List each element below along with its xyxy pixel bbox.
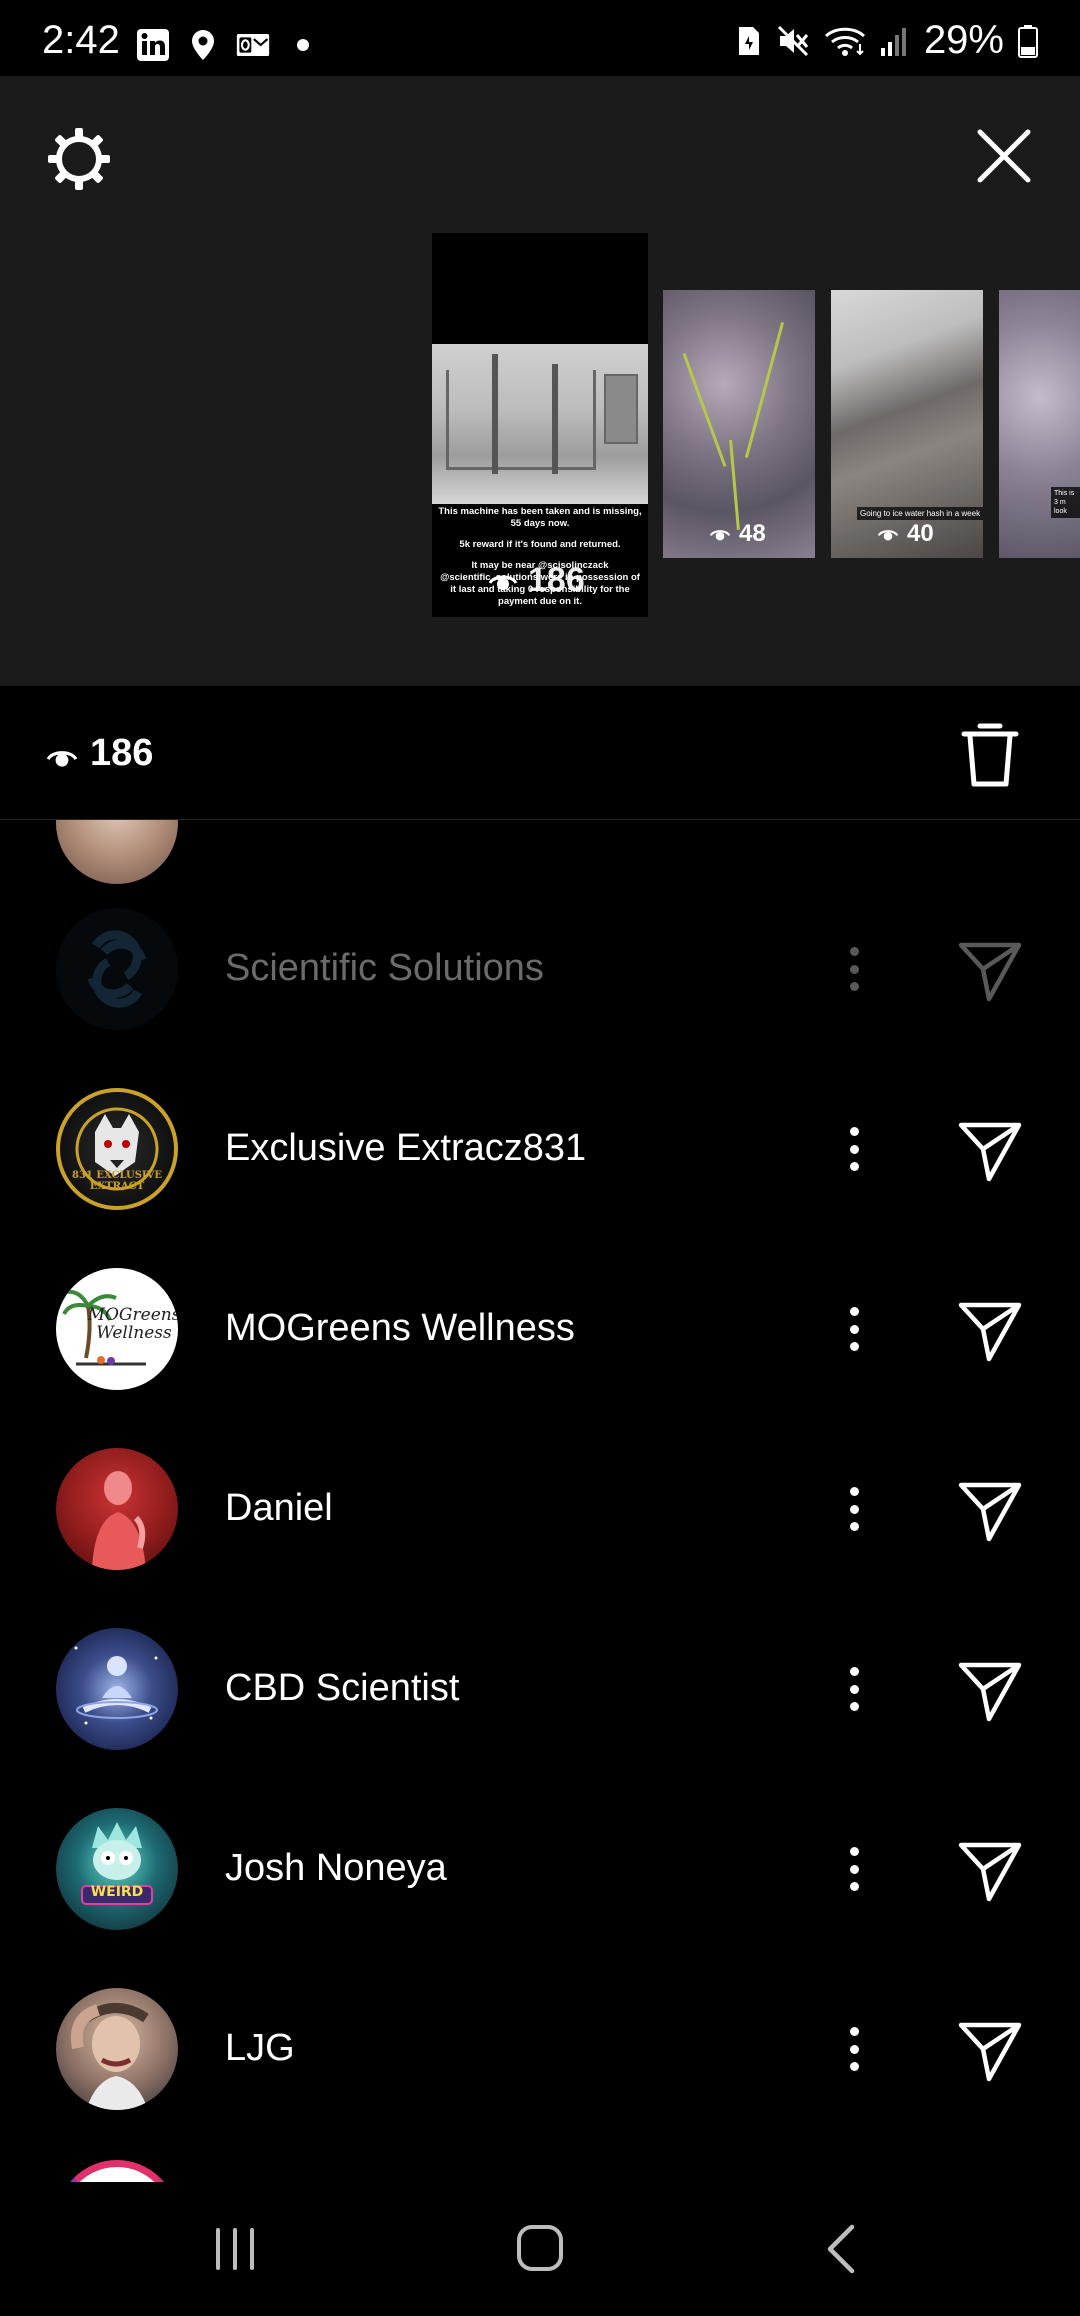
story-thumbnail[interactable]: 48 [663,290,815,558]
avatar: 831 EXCLUSIVE EXTRACT [56,1088,178,1210]
viewer-row[interactable]: MOGreens Wellness MOGreens Wellness [0,1239,1080,1419]
viewer-name[interactable]: Exclusive Extracz831 [225,1127,586,1170]
avatar-text: WEIRD [90,1884,144,1900]
notification-icons [136,28,320,62]
wifi-icon [824,27,865,56]
viewer-name[interactable]: CBD Scientist [225,1667,459,1710]
send-icon[interactable] [955,1295,1025,1365]
more-options-icon[interactable] [836,1119,872,1179]
viewer-row[interactable]: WEIRD Josh Noneya [0,1779,1080,1959]
avatar-text: MOGreens Wellness [87,1305,178,1343]
send-icon[interactable] [955,935,1025,1005]
thumb-view-count: 40 [907,520,934,547]
settings-gear-icon[interactable] [44,124,114,194]
viewer-row[interactable]: LJG [0,1959,1080,2139]
mute-icon [777,25,809,56]
avatar [56,1448,178,1570]
eye-icon [709,530,731,541]
thumb-caption: Going to ice water hash in a week [857,507,983,520]
avatar: MOGreens Wellness [56,1268,178,1390]
trash-icon[interactable] [960,720,1020,790]
eye-icon [488,575,518,590]
meditating-figure-icon [74,1646,158,1725]
views-count: 186 [90,732,154,774]
outlook-icon [236,33,270,57]
avatar [56,1628,178,1750]
send-icon[interactable] [955,2015,1025,2085]
avatar [56,1988,178,2110]
viewer-name[interactable]: LJG [225,2027,295,2070]
caption-line: 5k reward if it's found and returned. [459,539,621,550]
send-icon[interactable] [955,1835,1025,1905]
more-options-icon[interactable] [836,939,872,999]
system-icons: 29% [736,18,1038,63]
close-icon[interactable] [972,124,1036,188]
viewer-name[interactable]: Josh Noneya [225,1847,447,1890]
thumb-view-count: 48 [739,520,766,547]
dot-icon [297,39,309,51]
sim-icon [738,26,759,55]
viewer-list[interactable]: Scientific Solutions 831 EXCLUSIVE EXTRA… [0,820,1080,2182]
thumb-views-overlay: 186 [488,561,585,600]
viewer-row[interactable]: Scientific Solutions [0,879,1080,1059]
avatar [56,908,178,1030]
caption-line: This machine has been taken and is missi… [438,506,642,529]
thumb-caption: This is 3 m look [1051,487,1080,518]
eye-icon [877,530,899,541]
viewer-row[interactable]: CBD Scientist [0,1599,1080,1779]
more-options-icon[interactable] [836,2019,872,2079]
more-options-icon[interactable] [836,1659,872,1719]
story-thumbnail[interactable]: Going to ice water hash in a week 40 [831,290,983,558]
more-options-icon[interactable] [836,1299,872,1359]
story-thumbnail[interactable]: This is 3 m look [999,290,1080,558]
home-icon[interactable] [515,2223,565,2273]
viewer-name[interactable]: MOGreens Wellness [225,1307,575,1350]
signal-icon [880,27,906,56]
machine-photo [432,344,648,504]
status-time: 2:42 [42,18,120,62]
battery-percent: 29% [923,18,1004,62]
viewer-row[interactable]: 831 EXCLUSIVE EXTRACT Exclusive Extracz8… [0,1059,1080,1239]
story-thumbnail-selected[interactable]: This machine has been taken and is missi… [432,233,648,617]
linkedin-icon [137,29,169,61]
avatar-text: 831 EXCLUSIVE EXTRACT [71,1170,162,1192]
viewer-row[interactable]: Daniel [0,1419,1080,1599]
navigation-bar [0,2182,1080,2316]
send-icon[interactable] [955,1115,1025,1185]
send-icon[interactable] [955,1475,1025,1545]
thumb-views-overlay: 48 [709,520,766,548]
views-bar: 186 [0,686,1080,820]
avatar [56,2160,178,2182]
recents-icon[interactable] [212,2226,258,2272]
avatar [56,820,178,884]
viewer-name[interactable]: Scientific Solutions [225,947,544,990]
thumb-views-overlay: 40 [877,520,934,548]
location-icon [192,30,214,60]
back-icon[interactable] [822,2223,862,2275]
more-options-icon[interactable] [836,1479,872,1539]
viewer-name[interactable]: Daniel [225,1487,333,1530]
eye-icon [46,751,78,767]
person-photo-icon [71,2003,149,2110]
person-photo-icon [92,1471,146,1570]
battery-icon [1018,24,1038,58]
scientific-solutions-logo-icon [87,930,147,1008]
status-bar: 2:42 29% [0,0,1080,76]
thumb-view-count: 186 [528,561,585,599]
story-preview-area: This machine has been taken and is missi… [0,76,1080,762]
send-icon[interactable] [955,1655,1025,1725]
avatar: WEIRD [56,1808,178,1930]
more-options-icon[interactable] [836,1839,872,1899]
